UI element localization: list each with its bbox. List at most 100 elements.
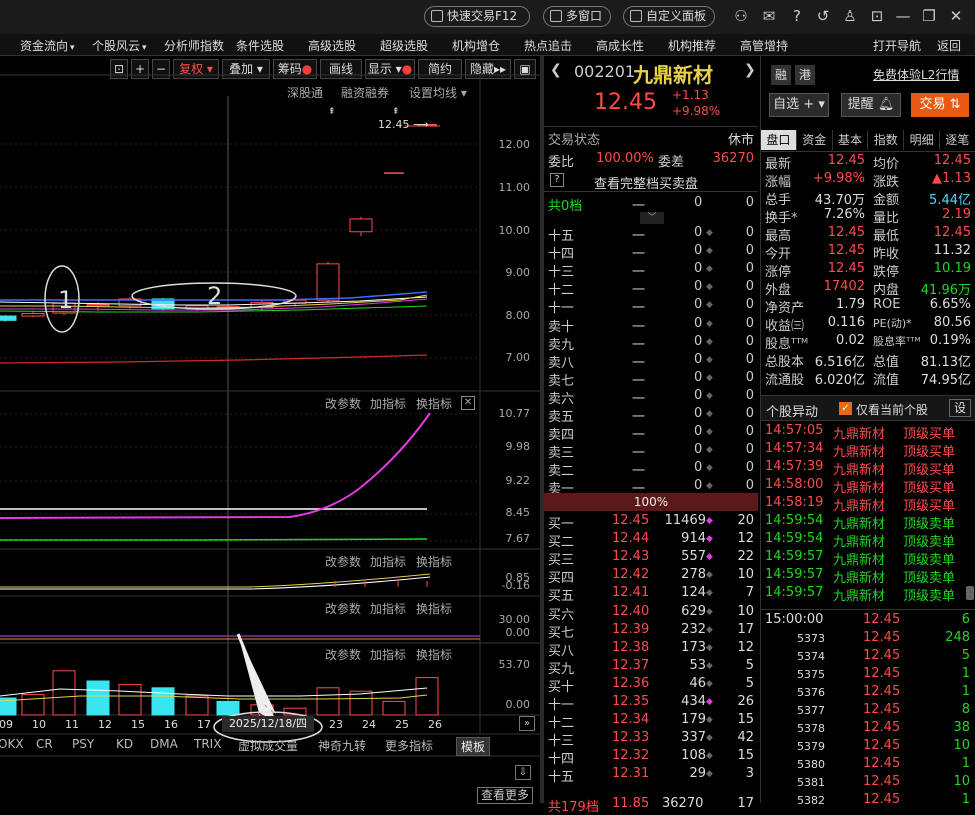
menu-item[interactable]: 分析师指数 — [164, 37, 224, 54]
indicator-curve — [0, 412, 431, 519]
abnormal-scrollbar[interactable] — [966, 586, 974, 600]
full-book-link[interactable]: 查看完整档买卖盘 — [594, 173, 698, 192]
quick-trade-button[interactable]: 快速交易F12 — [424, 6, 530, 27]
panel-add-link[interactable]: 加指标 — [370, 553, 406, 570]
right-tab[interactable]: 资金 — [797, 130, 833, 150]
abnormal-item[interactable]: 14:57:05 九鼎新材 顶级买单 — [761, 423, 966, 442]
back-menu[interactable]: 返回 — [937, 37, 961, 54]
right-tab[interactable]: 明细 — [904, 130, 940, 150]
help-icon[interactable]: ? — [787, 6, 807, 26]
watchlist-button[interactable]: 自选 + ▾ — [769, 93, 829, 117]
close-icon[interactable]: ✕ — [946, 6, 966, 26]
abnormal-item[interactable]: 14:59:54 九鼎新材 顶级卖单 — [761, 513, 966, 532]
next-stock-icon[interactable]: ❯ — [744, 62, 756, 78]
chevron-down-icon: ▾ — [142, 43, 147, 53]
indicator-tab[interactable]: KD — [116, 737, 133, 751]
indicator-tab[interactable]: DMA — [150, 737, 178, 751]
panel-params-link[interactable]: 改参数 — [325, 395, 361, 412]
right-tab[interactable]: 逐笔 — [940, 130, 975, 150]
indicator-tab[interactable]: PSY — [72, 737, 94, 751]
right-tab[interactable]: 指数 — [868, 130, 905, 150]
panel-switch-link[interactable]: 换指标 — [416, 395, 452, 412]
abnormal-item[interactable]: 14:57:39 九鼎新材 顶级买单 — [761, 459, 966, 478]
kline-chart[interactable]: ⇞ ⇞ — [0, 56, 540, 803]
indicator-tab[interactable]: OKX — [0, 737, 24, 751]
indicator-tab[interactable]: 模板 — [456, 737, 491, 756]
stat-label: 总手 — [765, 193, 792, 208]
view-more-button[interactable]: 查看更多 — [477, 787, 534, 804]
stat-label: 今开 — [765, 247, 792, 262]
bid-row: 买七 12.39 232 ◆ 17 — [548, 621, 754, 641]
panel-add-link[interactable]: 加指标 — [370, 646, 406, 663]
abnormal-item[interactable]: 14:59:54 九鼎新材 顶级卖单 — [761, 531, 966, 550]
download-icon[interactable]: ⇩ — [515, 765, 531, 780]
menu-item[interactable]: 高管增持 — [740, 37, 788, 54]
multi-window-button[interactable]: 多窗口 — [543, 6, 611, 27]
indicator-tab[interactable]: 虚拟成交量 — [238, 737, 298, 754]
last-price-marker: 12.45 ⟶ — [378, 118, 429, 131]
stock-change-pct: +9.98% — [672, 104, 721, 118]
restore-icon[interactable]: ❐ — [919, 6, 939, 26]
abnormal-item[interactable]: 14:58:19 九鼎新材 顶级买单 — [761, 495, 966, 514]
abnormal-item[interactable]: 14:59:57 九鼎新材 顶级卖单 — [761, 549, 966, 568]
abnormal-item[interactable]: 14:59:57 九鼎新材 顶级卖单 — [761, 567, 966, 586]
menu-item[interactable]: 条件选股 — [236, 37, 284, 54]
menu-item[interactable]: 热点追击 — [524, 37, 572, 54]
collapse-icon[interactable]: ﹀ — [640, 212, 664, 224]
diamond-icon: ◆ — [706, 318, 713, 329]
chart-area[interactable]: ⊡ + − 复权 ▾ 叠加 ▾ 筹码● 画线 显示 ▾● 简约 隐藏▸▸ ▣ 深… — [0, 56, 540, 804]
mail-icon[interactable]: ✉ — [759, 6, 779, 26]
menu-item[interactable]: 机构增仓 — [452, 37, 500, 54]
open-nav-menu[interactable]: 打开导航 — [873, 37, 921, 54]
current-only-label[interactable]: 仅看当前个股 — [856, 401, 928, 418]
panel-params-link[interactable]: 改参数 — [325, 600, 361, 617]
menu-item[interactable]: 高成长性 — [596, 37, 644, 54]
menu-item[interactable]: 高级选股 — [308, 37, 356, 54]
current-only-checkbox[interactable]: ✓ — [839, 402, 852, 415]
abnormal-item[interactable]: 14:58:00 九鼎新材 顶级买单 — [761, 477, 966, 496]
stat-value: 7.26% — [823, 207, 865, 222]
margin-tag[interactable]: 融 — [771, 65, 791, 85]
abnormal-setting-button[interactable]: 设 — [949, 399, 971, 417]
right-tab[interactable]: 盘口 — [761, 130, 797, 150]
panel-params-link[interactable]: 改参数 — [325, 646, 361, 663]
user-icon[interactable]: ⚇ — [731, 6, 751, 26]
menu-item[interactable]: 机构推荐 — [668, 37, 716, 54]
diamond-icon: ◆ — [706, 606, 713, 617]
right-tab[interactable]: 基本 — [833, 130, 869, 150]
panel-switch-link[interactable]: 换指标 — [416, 553, 452, 570]
help-icon[interactable]: ? — [550, 173, 564, 187]
ask-row: 卖七一 0 ◆ 0 — [548, 369, 754, 389]
stat-label: 跌停 — [873, 265, 900, 280]
prev-stock-icon[interactable]: ❮ — [550, 62, 562, 78]
indicator-tab[interactable]: CR — [36, 737, 53, 751]
panel-switch-link[interactable]: 换指标 — [416, 646, 452, 663]
menu-item[interactable]: 个股风云 ▾ — [92, 37, 147, 54]
abnormal-item[interactable]: 14:59:57 九鼎新材 顶级卖单 — [761, 585, 966, 604]
lock-icon[interactable]: ⊡ — [867, 6, 887, 26]
panel-close-icon[interactable]: ✕ — [461, 396, 475, 410]
abnormal-item[interactable]: 14:57:34 九鼎新材 顶级买单 — [761, 441, 966, 460]
ask-row: 十一一 0 ◆ 0 — [548, 297, 754, 317]
indicator-tab[interactable]: 神奇九转 — [318, 737, 366, 754]
menu-item[interactable]: 超级选股 — [380, 37, 428, 54]
trade-button[interactable]: 交易 ⇅ — [911, 93, 969, 117]
l2-trial-link[interactable]: 免费体验L2行情 — [873, 66, 959, 83]
custom-panel-button[interactable]: 自定义面板 — [623, 6, 715, 27]
panel-add-link[interactable]: 加指标 — [370, 395, 406, 412]
alert-button[interactable]: 提醒 🔔︎ — [841, 93, 901, 117]
panel-switch-link[interactable]: 换指标 — [416, 600, 452, 617]
hk-tag[interactable]: 港 — [795, 65, 815, 85]
bid-row: 十五 12.31 29 ◆ 3 — [548, 766, 754, 786]
minimize-icon[interactable]: — — [893, 6, 913, 26]
shirt-icon[interactable]: ♙ — [840, 6, 860, 26]
panel-params-link[interactable]: 改参数 — [325, 553, 361, 570]
stat-label: PE(动)* — [873, 317, 912, 330]
scroll-right-icon[interactable]: » — [519, 716, 535, 731]
indicator-tab[interactable]: 更多指标 — [385, 737, 433, 754]
panel-add-link[interactable]: 加指标 — [370, 600, 406, 617]
undo-icon[interactable]: ↺ — [813, 6, 833, 26]
volume-bar — [216, 700, 240, 716]
indicator-tab[interactable]: TRIX — [194, 737, 221, 751]
menu-item[interactable]: 资金流向 ▾ — [20, 37, 75, 54]
